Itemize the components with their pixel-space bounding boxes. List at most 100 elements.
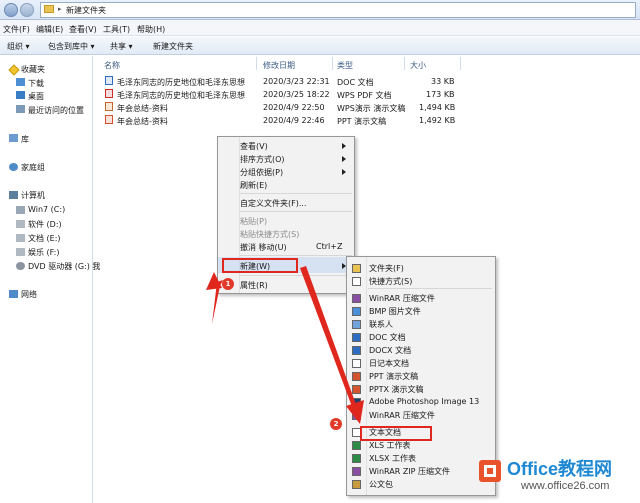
menu-item-group[interactable]: 分组依据(P)	[240, 167, 283, 178]
drive-icon	[16, 206, 25, 214]
file-modified: 2020/3/23 22:31	[263, 77, 330, 86]
submenu-item[interactable]: XLS 工作表	[369, 440, 411, 451]
drive-icon	[16, 248, 25, 256]
download-icon	[16, 78, 25, 86]
menu-separator	[240, 193, 352, 194]
forward-button[interactable]	[20, 3, 34, 17]
include-in-library-button[interactable]: 包含到库中 ▾	[48, 41, 95, 52]
back-button[interactable]	[4, 3, 18, 17]
share-button[interactable]: 共享 ▾	[110, 41, 133, 52]
navigation-pane	[0, 56, 93, 503]
file-modified: 2020/4/9 22:46	[263, 116, 325, 125]
xls-icon	[352, 441, 361, 450]
nav-downloads[interactable]: 下载	[28, 78, 44, 89]
menu-item-refresh[interactable]: 刷新(E)	[240, 180, 267, 191]
highlight-box-text-document	[360, 426, 432, 441]
column-header-type[interactable]: 类型	[337, 60, 353, 71]
computer-icon	[9, 191, 18, 199]
file-type: WPS PDF 文档	[337, 91, 392, 100]
doc-icon	[105, 76, 113, 85]
menu-separator	[240, 211, 352, 212]
column-divider[interactable]	[404, 57, 405, 70]
recent-places-icon	[16, 105, 25, 113]
submenu-item[interactable]: 日记本文档	[369, 358, 409, 369]
file-name[interactable]: 毛泽东同志的历史地位和毛泽东思想	[117, 77, 245, 88]
file-size: 1,494 KB	[419, 103, 456, 112]
menu-item-view[interactable]: 查看(V)	[240, 141, 268, 152]
menu-item-customize-folder[interactable]: 自定义文件夹(F)...	[240, 198, 306, 209]
submenu-item[interactable]: PPT 演示文稿	[369, 371, 418, 382]
submenu-item[interactable]: 联系人	[369, 319, 393, 330]
menu-file[interactable]: 文件(F)	[3, 24, 30, 35]
breadcrumb-current-folder[interactable]: 新建文件夹	[66, 5, 106, 16]
nav-recent-places[interactable]: 最近访问的位置	[28, 105, 84, 116]
file-name[interactable]: 年会总结-资料	[117, 103, 168, 114]
file-size: 33 KB	[431, 77, 455, 86]
submenu-item[interactable]: WinRAR 压缩文件	[369, 293, 435, 304]
file-name[interactable]: 毛泽东同志的历史地位和毛泽东思想	[117, 90, 245, 101]
submenu-item[interactable]: WinRAR ZIP 压缩文件	[369, 466, 450, 477]
submenu-item[interactable]: 快捷方式(S)	[369, 276, 412, 287]
nav-drive-d[interactable]: 软件 (D:)	[28, 219, 62, 230]
nav-drive-c[interactable]: Win7 (C:)	[28, 205, 65, 214]
nav-drive-g[interactable]: DVD 驱动器 (G:) 我	[28, 261, 100, 272]
annotation-arrows	[206, 266, 364, 424]
submenu-item[interactable]: DOC 文档	[369, 332, 406, 343]
winrar-zip-icon	[352, 467, 361, 476]
watermark-brand: Office教程网	[507, 459, 613, 479]
submenu-item[interactable]: BMP 图片文件	[369, 306, 421, 317]
submenu-item[interactable]: 文件夹(F)	[369, 263, 404, 274]
organize-button[interactable]: 组织 ▾	[7, 41, 30, 52]
undo-shortcut-key: Ctrl+Z	[316, 242, 343, 251]
menu-item-paste[interactable]: 粘贴(P)	[240, 216, 267, 227]
column-divider[interactable]	[256, 57, 257, 70]
nav-computer[interactable]: 计算机	[21, 190, 45, 201]
file-type: DOC 文档	[337, 78, 374, 87]
submenu-item[interactable]: WinRAR 压缩文件	[369, 410, 435, 421]
wps-ppt-icon	[105, 102, 113, 111]
library-icon	[9, 134, 18, 142]
menu-item-sort[interactable]: 排序方式(O)	[240, 154, 285, 165]
submenu-item[interactable]: 公文包	[369, 479, 393, 490]
nav-drive-e[interactable]: 文档 (E:)	[28, 233, 61, 244]
file-type: PPT 演示文稿	[337, 117, 387, 126]
menu-view[interactable]: 查看(V)	[69, 24, 97, 35]
nav-favorites[interactable]: 收藏夹	[21, 64, 45, 75]
step-badge-2: 2	[330, 418, 342, 430]
office-logo	[479, 460, 501, 482]
menu-edit[interactable]: 编辑(E)	[36, 24, 63, 35]
nav-homegroup[interactable]: 家庭组	[21, 162, 45, 173]
menu-item-undo-move[interactable]: 撤消 移动(U)	[240, 242, 287, 253]
column-header-name[interactable]: 名称	[104, 60, 120, 71]
menu-separator	[368, 288, 492, 289]
file-modified: 2020/4/9 22:50	[263, 103, 325, 112]
submenu-arrow-icon	[342, 156, 346, 162]
file-name[interactable]: 年会总结-资料	[117, 116, 168, 127]
column-header-size[interactable]: 大小	[410, 60, 426, 71]
menu-item-paste-shortcut[interactable]: 粘贴快捷方式(S)	[240, 229, 299, 240]
menu-help[interactable]: 帮助(H)	[137, 24, 165, 35]
file-modified: 2020/3/25 18:22	[263, 90, 330, 99]
network-icon	[9, 290, 18, 298]
nav-drive-f[interactable]: 娱乐 (F:)	[28, 247, 59, 258]
file-size: 1,492 KB	[419, 116, 456, 125]
address-input[interactable]	[40, 2, 636, 18]
new-folder-button[interactable]: 新建文件夹	[153, 41, 193, 52]
nav-desktop[interactable]: 桌面	[28, 91, 44, 102]
arrow-down-shaft	[300, 266, 358, 412]
submenu-item[interactable]: Adobe Photoshop Image 13	[369, 397, 479, 406]
desktop-icon	[16, 91, 25, 99]
submenu-item[interactable]: DOCX 文档	[369, 345, 411, 356]
submenu-item[interactable]: PPTX 演示文稿	[369, 384, 424, 395]
column-divider[interactable]	[332, 57, 333, 70]
nav-network[interactable]: 网络	[21, 289, 37, 300]
column-header-modified[interactable]: 修改日期	[263, 60, 295, 71]
homegroup-icon	[9, 163, 18, 171]
submenu-item[interactable]: XLSX 工作表	[369, 453, 416, 464]
menu-tools[interactable]: 工具(T)	[103, 24, 130, 35]
drive-icon	[16, 220, 25, 228]
nav-library[interactable]: 库	[21, 134, 29, 145]
column-divider[interactable]	[460, 57, 461, 70]
submenu-arrow-icon	[342, 143, 346, 149]
watermark-url: www.office26.com	[521, 480, 610, 492]
